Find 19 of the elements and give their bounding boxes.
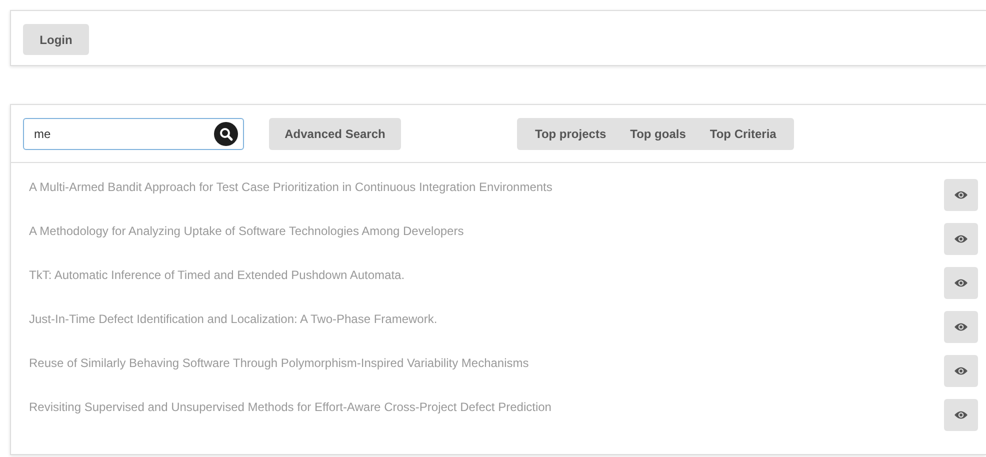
view-button[interactable]	[944, 355, 978, 387]
eye-icon	[954, 190, 968, 200]
tab[interactable]: Top Criteria	[698, 127, 788, 141]
eye-icon	[954, 234, 968, 244]
eye-icon	[954, 410, 968, 420]
view-button[interactable]	[944, 223, 978, 255]
eye-icon	[954, 278, 968, 288]
login-button[interactable]: Login	[23, 24, 89, 55]
advanced-search-button[interactable]: Advanced Search	[269, 118, 401, 150]
search-field[interactable]: me	[23, 118, 244, 150]
view-button[interactable]	[944, 267, 978, 299]
tab[interactable]: Top projects	[523, 127, 618, 141]
eye-icon	[954, 322, 968, 332]
eye-icon	[954, 366, 968, 376]
view-button[interactable]	[944, 179, 978, 211]
tab[interactable]: Top goals	[618, 127, 698, 141]
search-icon[interactable]	[214, 122, 238, 146]
view-button[interactable]	[944, 311, 978, 343]
view-button[interactable]	[944, 399, 978, 431]
